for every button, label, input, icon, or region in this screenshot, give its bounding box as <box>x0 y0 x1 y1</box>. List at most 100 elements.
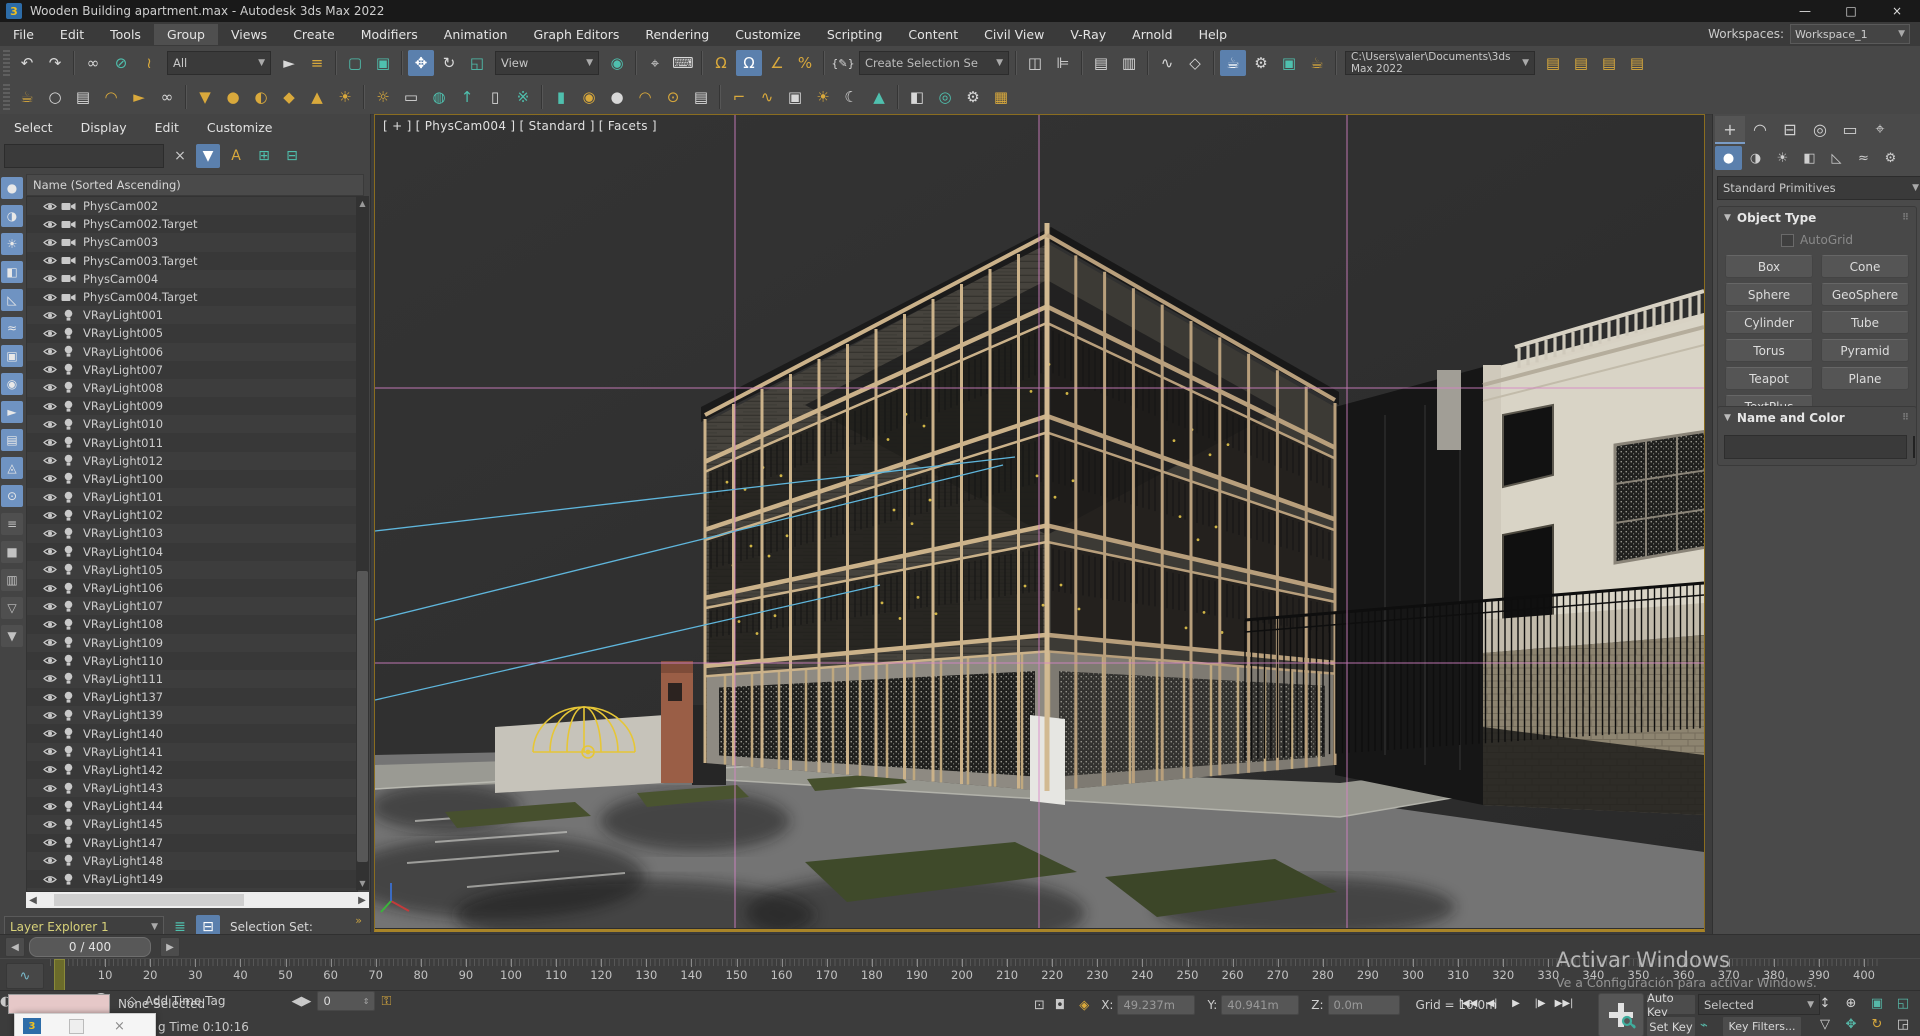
ball-tool-icon[interactable]: ● <box>604 84 630 110</box>
object-row[interactable]: VRayLight147 <box>27 833 357 852</box>
render-setup-icon[interactable] <box>1248 50 1274 76</box>
tube-button[interactable]: Tube <box>1821 311 1909 334</box>
object-name[interactable]: VRayLight137 <box>83 690 163 704</box>
play-button[interactable]: ▶ <box>1504 994 1528 1013</box>
redo-icon[interactable] <box>42 50 68 76</box>
curve-editor-icon[interactable] <box>1154 50 1180 76</box>
object-name[interactable]: VRayLight102 <box>83 508 163 522</box>
object-name[interactable]: VRayLight141 <box>83 745 163 759</box>
object-row[interactable]: VRayLight142 <box>27 760 357 779</box>
edit-named-selections-icon[interactable] <box>830 50 856 76</box>
menu-views[interactable]: Views <box>218 24 280 45</box>
pyramid-button[interactable]: Pyramid <box>1821 339 1909 362</box>
auto-key-button[interactable]: Auto Key <box>1646 991 1696 1019</box>
object-name[interactable]: VRayLight009 <box>83 399 163 413</box>
isolate-selection-icon[interactable]: ⊡ <box>1034 998 1045 1013</box>
select-and-scale-icon[interactable] <box>464 50 490 76</box>
object-row[interactable]: VRayLight001 <box>27 306 357 325</box>
scroll-left-icon[interactable]: ◀ <box>26 895 40 906</box>
object-name[interactable]: VRayLight109 <box>83 636 163 650</box>
filter-custom-icon[interactable]: ▼ <box>1 625 23 647</box>
object-row[interactable]: VRayLight102 <box>27 506 357 525</box>
y-coordinate-field[interactable]: 40.941m <box>1221 995 1300 1015</box>
select-and-manipulate-icon[interactable] <box>642 50 668 76</box>
visibility-eye-icon[interactable] <box>41 692 59 703</box>
toolbar-grip[interactable] <box>3 50 10 76</box>
key-tool-icon[interactable]: ⌐ <box>726 84 752 110</box>
field-of-view-icon[interactable]: ▽ <box>1812 1014 1838 1035</box>
object-name[interactable]: VRayLight142 <box>83 763 163 777</box>
new-project-icon[interactable] <box>1540 50 1566 76</box>
object-row[interactable]: VRayLight007 <box>27 360 357 379</box>
cone-button[interactable]: Cone <box>1821 255 1909 278</box>
rendered-frame-window-icon[interactable] <box>1276 50 1302 76</box>
panel-tool-icon[interactable]: ▮ <box>548 84 574 110</box>
macro-recorder-field[interactable] <box>8 994 110 1014</box>
display-tab[interactable]: ▭ <box>1835 116 1865 142</box>
visibility-eye-icon[interactable] <box>41 673 59 684</box>
next-frame-arrow[interactable]: ▶ <box>160 937 180 957</box>
cone-tool-icon[interactable]: ▼ <box>192 84 218 110</box>
object-row[interactable]: PhysCam004.Target <box>27 287 357 307</box>
object-row[interactable]: VRayLight137 <box>27 688 357 707</box>
hemisphere-tool-icon[interactable]: ◐ <box>248 84 274 110</box>
object-name[interactable]: VRayLight012 <box>83 454 163 468</box>
plane-button[interactable]: Plane <box>1821 367 1909 390</box>
visibility-eye-icon[interactable] <box>41 801 59 812</box>
menu-file[interactable]: File <box>0 24 47 45</box>
menu-tools[interactable]: Tools <box>97 24 154 45</box>
dome-tool-icon[interactable]: ◠ <box>632 84 658 110</box>
schematic-view-icon[interactable] <box>1182 50 1208 76</box>
viewport-label[interactable]: [ + ] [ PhysCam004 ] [ Standard ] [ Face… <box>383 119 657 133</box>
visibility-eye-icon[interactable] <box>41 473 59 484</box>
object-row[interactable]: VRayLight139 <box>27 706 357 725</box>
motion-tab[interactable]: ◎ <box>1805 116 1835 142</box>
visibility-eye-icon[interactable] <box>41 382 59 393</box>
key-steps-icon[interactable]: ⌁ <box>1700 1018 1708 1033</box>
zoom-extents-icon[interactable]: ▣ <box>1864 993 1890 1014</box>
menu-animation[interactable]: Animation <box>431 24 521 45</box>
object-name[interactable]: PhysCam002.Target <box>83 217 197 231</box>
visibility-eye-icon[interactable] <box>41 310 59 321</box>
notification-popup[interactable]: 3 × <box>14 1013 156 1036</box>
object-row[interactable]: VRayLight104 <box>27 542 357 561</box>
object-name[interactable]: VRayLight005 <box>83 326 163 340</box>
object-name[interactable]: VRayLight104 <box>83 545 163 559</box>
curve-tool-icon[interactable]: ∿ <box>754 84 780 110</box>
arc-tool-icon[interactable]: ◠ <box>98 84 124 110</box>
systems-category-icon[interactable]: ⚙ <box>1877 146 1904 170</box>
display-cameras-icon[interactable]: ◧ <box>1 261 23 283</box>
object-name[interactable]: VRayLight001 <box>83 308 163 322</box>
splash-tool-icon[interactable]: ※ <box>510 84 536 110</box>
go-to-end-button[interactable]: ▶▶| <box>1552 994 1576 1013</box>
object-row[interactable]: VRayLight107 <box>27 597 357 616</box>
unlink-selection-icon[interactable] <box>108 50 134 76</box>
filter-combinations-icon[interactable]: ▽ <box>1 597 23 619</box>
visibility-eye-icon[interactable] <box>41 764 59 775</box>
visibility-eye-icon[interactable] <box>41 874 59 885</box>
gear-tool-icon[interactable]: ⚙ <box>960 84 986 110</box>
helpers-category-icon[interactable]: ◺ <box>1823 146 1850 170</box>
visibility-eye-icon[interactable] <box>41 546 59 557</box>
visibility-eye-icon[interactable] <box>41 710 59 721</box>
filter-funnel-icon[interactable]: ▼ <box>196 144 220 168</box>
object-row[interactable]: VRayLight009 <box>27 397 357 416</box>
object-name[interactable]: VRayLight144 <box>83 799 163 813</box>
object-row[interactable]: VRayLight111 <box>27 669 357 689</box>
visibility-eye-icon[interactable] <box>41 528 59 539</box>
reference-coordinate-select[interactable]: View ▼ <box>495 51 599 75</box>
rectangular-selection-region-icon[interactable] <box>342 50 368 76</box>
go-to-start-button[interactable]: |◀◀ <box>1456 994 1480 1013</box>
lights-category-icon[interactable]: ☀ <box>1769 146 1796 170</box>
plane-tool-icon[interactable]: ▭ <box>398 84 424 110</box>
menu-edit[interactable]: Edit <box>47 24 97 45</box>
visibility-eye-icon[interactable] <box>41 510 59 521</box>
maximize-button[interactable]: □ <box>1828 0 1874 22</box>
toggle-layer-explorer-icon[interactable] <box>1116 50 1142 76</box>
visibility-eye-icon[interactable] <box>41 583 59 594</box>
snaps-toggle-icon[interactable] <box>708 50 734 76</box>
hierarchy-tab[interactable]: ⊟ <box>1775 116 1805 142</box>
named-selection-set-field[interactable]: Create Selection Se ▼ <box>859 51 1009 75</box>
visibility-eye-icon[interactable] <box>41 255 59 266</box>
teapot-tool-icon[interactable]: ☕ <box>14 84 40 110</box>
